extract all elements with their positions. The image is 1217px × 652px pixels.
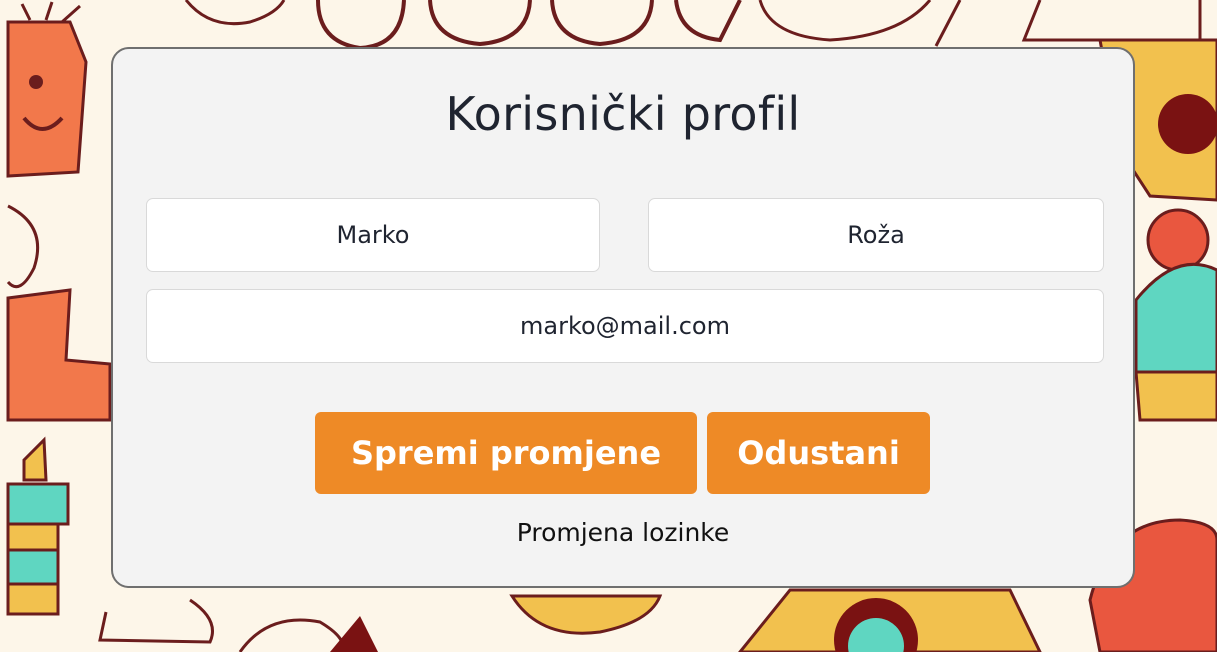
- profile-card: Korisnički profil Spremi promjene Odusta…: [111, 47, 1135, 588]
- page-background: Korisnički profil Spremi promjene Odusta…: [0, 0, 1217, 652]
- last-name-field[interactable]: [648, 198, 1104, 272]
- cancel-button[interactable]: Odustani: [707, 412, 930, 494]
- page-title: Korisnički profil: [445, 87, 801, 141]
- save-changes-button[interactable]: Spremi promjene: [315, 412, 697, 494]
- change-password-link[interactable]: Promjena lozinke: [113, 518, 1133, 547]
- email-field[interactable]: [146, 289, 1104, 363]
- first-name-field[interactable]: [146, 198, 600, 272]
